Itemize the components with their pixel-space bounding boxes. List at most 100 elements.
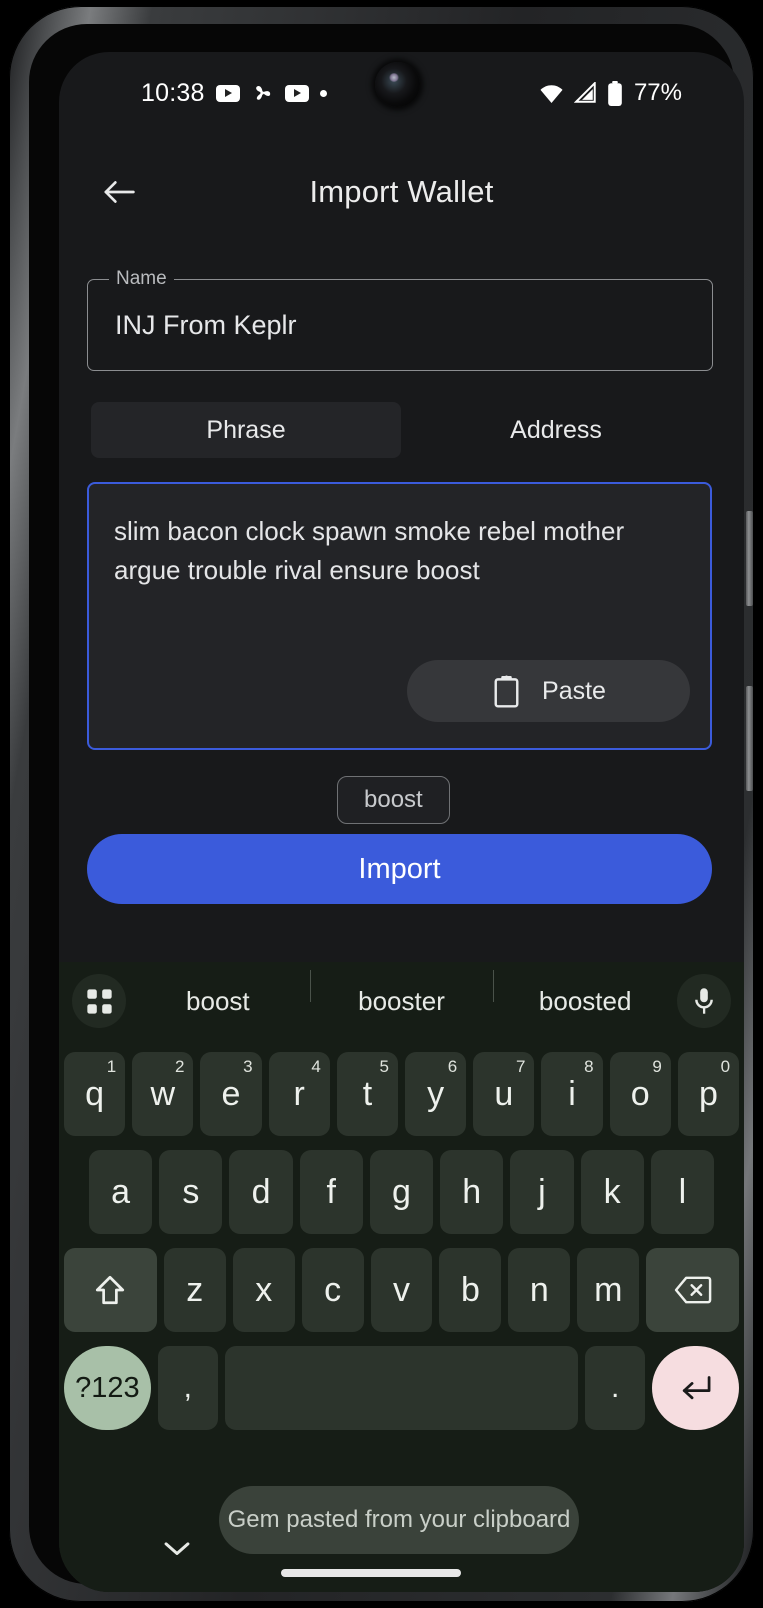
grid-apps-icon[interactable] <box>72 974 126 1028</box>
key-s[interactable]: s <box>159 1150 223 1234</box>
key-u[interactable]: u7 <box>473 1052 535 1136</box>
key-f[interactable]: f <box>299 1150 363 1234</box>
suggestion-word-1[interactable]: boost <box>126 986 310 1017</box>
power-button[interactable] <box>746 686 753 791</box>
key-z[interactable]: z <box>163 1248 226 1332</box>
volume-button[interactable] <box>746 511 753 606</box>
microphone-icon[interactable] <box>677 974 732 1028</box>
tab-phrase[interactable]: Phrase <box>91 402 401 458</box>
backspace-delete-icon <box>674 1276 711 1304</box>
key-label: y <box>427 1074 445 1113</box>
key-number-hint: 1 <box>106 1057 117 1076</box>
phrase-input[interactable]: slim bacon clock spawn smoke rebel mothe… <box>114 512 676 590</box>
shift-key[interactable] <box>64 1248 157 1332</box>
youtube-icon <box>284 84 309 102</box>
key-g[interactable]: g <box>369 1150 434 1234</box>
hide-keyboard-button[interactable] <box>157 1533 197 1563</box>
battery-icon <box>607 80 623 106</box>
key-number-hint: 6 <box>447 1057 458 1076</box>
home-indicator-bar[interactable] <box>281 1569 461 1577</box>
keyboard-row-4: ?123 , . <box>59 1344 744 1432</box>
key-w[interactable]: w2 <box>132 1052 194 1136</box>
battery-percent: 77% <box>633 79 682 106</box>
space-key[interactable] <box>224 1346 579 1430</box>
youtube-icon <box>215 84 240 102</box>
suggestion-word-2[interactable]: booster <box>309 969 494 1017</box>
period-key[interactable]: . <box>585 1346 646 1430</box>
symbols-key[interactable]: ?123 <box>64 1346 151 1430</box>
name-field[interactable]: Name INJ From Keplr <box>87 268 713 371</box>
key-number-hint: 5 <box>379 1057 390 1076</box>
paste-button[interactable]: Paste <box>407 660 690 722</box>
key-label: o <box>630 1074 650 1113</box>
key-label: w <box>150 1074 176 1113</box>
key-h[interactable]: h <box>440 1150 504 1234</box>
app-header: Import Wallet <box>59 152 744 232</box>
key-i[interactable]: i8 <box>541 1052 603 1136</box>
key-e[interactable]: e3 <box>200 1052 262 1136</box>
wifi-icon <box>538 83 565 104</box>
key-number-hint: 0 <box>720 1057 731 1076</box>
key-number-hint: 3 <box>243 1057 253 1076</box>
key-o[interactable]: o9 <box>609 1052 671 1136</box>
shift-up-arrow-icon <box>96 1275 125 1305</box>
key-x[interactable]: x <box>232 1248 295 1332</box>
key-number-hint: 2 <box>174 1057 185 1076</box>
phrase-input-box[interactable]: slim bacon clock spawn smoke rebel mothe… <box>87 482 712 750</box>
pinwheel-icon <box>251 82 274 105</box>
clipboard-toast: Gem pasted from your clipboard <box>219 1486 579 1554</box>
key-c[interactable]: c <box>301 1248 364 1332</box>
suggestion-word-3[interactable]: boosted <box>493 969 677 1017</box>
key-label: t <box>362 1074 373 1113</box>
backspace-key[interactable] <box>646 1248 740 1332</box>
key-d[interactable]: d <box>229 1150 293 1234</box>
keyboard-row-1: q1 w2 e3 r4 t5 y6 u7 i8 o9 p0 <box>59 1050 744 1138</box>
key-label: q <box>85 1074 105 1113</box>
key-label: e <box>221 1074 241 1113</box>
key-number-hint: 8 <box>584 1057 594 1076</box>
key-label: r <box>293 1074 305 1113</box>
phone-bezel: 10:38 77% Import Wallet Name INJ From Ke… <box>29 24 744 1592</box>
enter-return-icon <box>682 1376 710 1400</box>
status-bar-right: 77% <box>538 79 682 107</box>
status-bar-left: 10:38 <box>141 79 327 108</box>
clipboard-icon <box>494 674 519 708</box>
name-input[interactable]: INJ From Keplr <box>115 279 297 371</box>
key-label: u <box>494 1074 514 1113</box>
key-y[interactable]: y6 <box>405 1052 467 1136</box>
key-m[interactable]: m <box>577 1248 640 1332</box>
dot-indicator-icon <box>319 89 327 97</box>
key-b[interactable]: b <box>439 1248 502 1332</box>
chevron-down-icon <box>164 1542 190 1555</box>
key-number-hint: 9 <box>652 1057 662 1076</box>
inline-suggestion-chip[interactable]: boost <box>337 776 450 824</box>
key-v[interactable]: v <box>370 1248 433 1332</box>
comma-key[interactable]: , <box>157 1346 218 1430</box>
enter-key[interactable] <box>652 1346 739 1430</box>
key-p[interactable]: p0 <box>677 1052 740 1136</box>
key-label: p <box>698 1074 718 1113</box>
key-label: i <box>568 1074 576 1113</box>
front-camera <box>375 62 420 107</box>
key-t[interactable]: t5 <box>336 1052 399 1136</box>
keyboard-row-3: z x c v b n m <box>59 1246 744 1334</box>
key-r[interactable]: r4 <box>268 1052 330 1136</box>
key-number-hint: 7 <box>515 1057 526 1076</box>
page-title: Import Wallet <box>309 174 494 209</box>
key-n[interactable]: n <box>508 1248 571 1332</box>
keyboard-row-2: a s d f g h j k l <box>59 1148 744 1236</box>
tab-address[interactable]: Address <box>401 402 711 458</box>
key-q[interactable]: q1 <box>64 1052 126 1136</box>
phone-screen: 10:38 77% Import Wallet Name INJ From Ke… <box>59 52 744 1592</box>
key-number-hint: 4 <box>311 1057 321 1076</box>
import-method-tabs: Phrase Address <box>91 402 711 458</box>
cellular-signal-icon <box>573 82 598 104</box>
status-time: 10:38 <box>141 78 205 107</box>
key-l[interactable]: l <box>650 1150 714 1234</box>
import-button[interactable]: Import <box>87 834 712 904</box>
keyboard-suggestion-strip: boost booster boosted <box>59 962 744 1040</box>
key-a[interactable]: a <box>89 1150 153 1234</box>
key-k[interactable]: k <box>580 1150 644 1234</box>
paste-label: Paste <box>542 676 606 705</box>
key-j[interactable]: j <box>510 1150 574 1234</box>
